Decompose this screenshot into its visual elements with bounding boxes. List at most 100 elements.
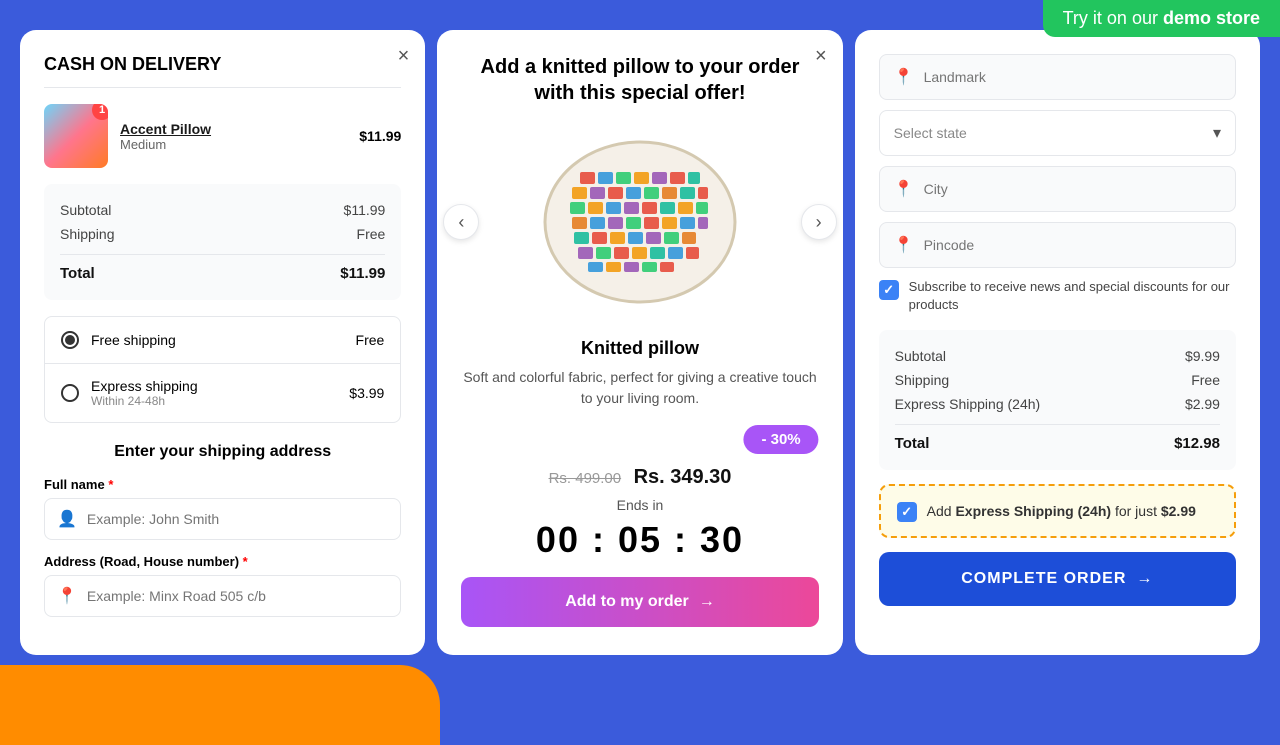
- cart-item-image: 1: [44, 104, 108, 168]
- panel3-shipping-row: Shipping Free: [895, 368, 1220, 392]
- total-row: Total $11.99: [60, 254, 385, 286]
- panel-upsell: × Add a knitted pillow to your order wit…: [437, 30, 842, 655]
- panel3-express-value: $2.99: [1185, 396, 1220, 412]
- carousel-next-button[interactable]: ›: [801, 204, 837, 240]
- shipping-option-express-price: $3.99: [349, 385, 384, 401]
- express-shipping-text: Add Express Shipping (24h) for just $2.9…: [927, 503, 1196, 519]
- express-checkmark-icon: ✓: [901, 504, 912, 520]
- full-name-input[interactable]: [87, 511, 388, 527]
- subscribe-checkbox[interactable]: ✓: [879, 280, 899, 300]
- shipping-option-free-radio[interactable]: [61, 331, 79, 349]
- panel3-price-table: Subtotal $9.99 Shipping Free Express Shi…: [879, 330, 1236, 470]
- panel-cash-on-delivery: CASH ON DELIVERY × 1 Accent Pillow Mediu…: [20, 30, 425, 655]
- demo-banner-bold: demo store: [1163, 8, 1260, 28]
- total-label: Total: [60, 265, 95, 282]
- panel1-price-table: Subtotal $11.99 Shipping Free Total $11.…: [44, 184, 401, 300]
- address-input[interactable]: [87, 588, 388, 604]
- full-name-input-group: 👤: [44, 498, 401, 540]
- complete-order-arrow: →: [1136, 570, 1153, 588]
- express-shipping-box: ✓ Add Express Shipping (24h) for just $2…: [879, 484, 1236, 538]
- shipping-option-express-info: Express shipping Within 24-48h: [91, 378, 337, 408]
- address-label: Address (Road, House number) *: [44, 554, 401, 569]
- panel3-subtotal-label: Subtotal: [895, 348, 946, 364]
- chevron-down-icon: ▾: [1213, 123, 1221, 143]
- city-icon: 📍: [894, 179, 914, 199]
- panel3-shipping-label: Shipping: [895, 372, 950, 388]
- pincode-field: 📍: [879, 222, 1236, 268]
- shipping-option-express-name: Express shipping: [91, 378, 337, 394]
- upsell-discount-badge: - 30%: [743, 425, 818, 454]
- add-to-order-label: Add to my order: [565, 593, 689, 611]
- shipping-option-express-radio[interactable]: [61, 384, 79, 402]
- address-input-group: 📍: [44, 575, 401, 617]
- upsell-title: Add a knitted pillow to your order with …: [461, 54, 818, 106]
- state-select[interactable]: Select state: [894, 125, 1213, 141]
- cart-item-variant: Medium: [120, 137, 347, 152]
- shipping-option-free[interactable]: Free shipping Free: [45, 317, 400, 364]
- complete-order-label: COMPLETE ORDER: [961, 570, 1126, 588]
- shipping-row: Shipping Free: [60, 222, 385, 246]
- cart-item-price: $11.99: [359, 128, 401, 144]
- shipping-option-free-price: Free: [356, 332, 385, 348]
- carousel-prev-button[interactable]: ‹: [443, 204, 479, 240]
- city-field: 📍: [879, 166, 1236, 212]
- panel3-total-row: Total $12.98: [895, 424, 1220, 456]
- subtotal-label: Subtotal: [60, 202, 111, 218]
- shipping-option-free-info: Free shipping: [91, 332, 344, 348]
- upsell-product-image: [530, 122, 750, 322]
- panel3-subtotal-value: $9.99: [1185, 348, 1220, 364]
- express-shipping-name: Express Shipping (24h): [955, 503, 1111, 519]
- pillow-svg: [530, 122, 750, 322]
- demo-banner: Try it on our demo store: [1043, 0, 1280, 37]
- pincode-icon: 📍: [894, 235, 914, 255]
- demo-banner-text: Try it on our: [1063, 8, 1163, 28]
- panel1-close-button[interactable]: ×: [398, 46, 410, 66]
- subtotal-row: Subtotal $11.99: [60, 198, 385, 222]
- add-to-order-button[interactable]: Add to my order →: [461, 577, 818, 627]
- complete-order-button[interactable]: COMPLETE ORDER →: [879, 552, 1236, 606]
- address-section-title: Enter your shipping address: [44, 443, 401, 461]
- upsell-description: Soft and colorful fabric, perfect for gi…: [461, 367, 818, 409]
- subtotal-value: $11.99: [344, 202, 386, 218]
- upsell-ends-label: Ends in: [461, 497, 818, 513]
- add-to-order-arrow: →: [699, 593, 715, 611]
- shipping-label: Shipping: [60, 226, 115, 242]
- upsell-timer: 00 : 05 : 30: [461, 519, 818, 561]
- express-shipping-price: $2.99: [1161, 503, 1196, 519]
- address-required: *: [243, 554, 248, 569]
- shipping-options: Free shipping Free Express shipping With…: [44, 316, 401, 423]
- pincode-input[interactable]: [924, 237, 1221, 253]
- cart-item-name: Accent Pillow: [120, 121, 347, 137]
- panel-address-summary: 📍 Select state ▾ 📍 📍 ✓ Subscribe to rece…: [855, 30, 1260, 655]
- subscribe-text: Subscribe to receive news and special di…: [909, 278, 1236, 314]
- cart-item: 1 Accent Pillow Medium $11.99: [44, 104, 401, 168]
- shipping-option-free-name: Free shipping: [91, 332, 344, 348]
- panel1-title: CASH ON DELIVERY: [44, 54, 401, 88]
- panel3-total-value: $12.98: [1174, 435, 1220, 452]
- full-name-label: Full name *: [44, 477, 401, 492]
- upsell-prices: Rs. 499.00 Rs. 349.30: [461, 466, 818, 489]
- panel3-total-label: Total: [895, 435, 930, 452]
- person-icon: 👤: [57, 509, 77, 529]
- upsell-original-price: Rs. 499.00: [549, 470, 622, 487]
- full-name-required: *: [108, 477, 113, 492]
- state-select-field[interactable]: Select state ▾: [879, 110, 1236, 156]
- location-icon: 📍: [57, 586, 77, 606]
- shipping-option-express[interactable]: Express shipping Within 24-48h $3.99: [45, 364, 400, 422]
- upsell-carousel: ‹: [461, 122, 818, 322]
- subscribe-row: ✓ Subscribe to receive news and special …: [879, 278, 1236, 314]
- cart-item-info: Accent Pillow Medium: [120, 121, 347, 152]
- panels-container: CASH ON DELIVERY × 1 Accent Pillow Mediu…: [0, 0, 1280, 745]
- panel3-subtotal-row: Subtotal $9.99: [895, 344, 1220, 368]
- panel3-express-row: Express Shipping (24h) $2.99: [895, 392, 1220, 416]
- radio-inner-selected: [65, 335, 75, 345]
- panel3-shipping-value: Free: [1191, 372, 1220, 388]
- total-value: $11.99: [340, 265, 385, 282]
- panel2-close-button[interactable]: ×: [815, 46, 827, 66]
- express-shipping-checkbox[interactable]: ✓: [897, 502, 917, 522]
- city-input[interactable]: [924, 181, 1221, 197]
- checkmark-icon: ✓: [883, 282, 894, 298]
- landmark-input[interactable]: [924, 69, 1221, 85]
- landmark-icon: 📍: [894, 67, 914, 87]
- shipping-value: Free: [357, 226, 386, 242]
